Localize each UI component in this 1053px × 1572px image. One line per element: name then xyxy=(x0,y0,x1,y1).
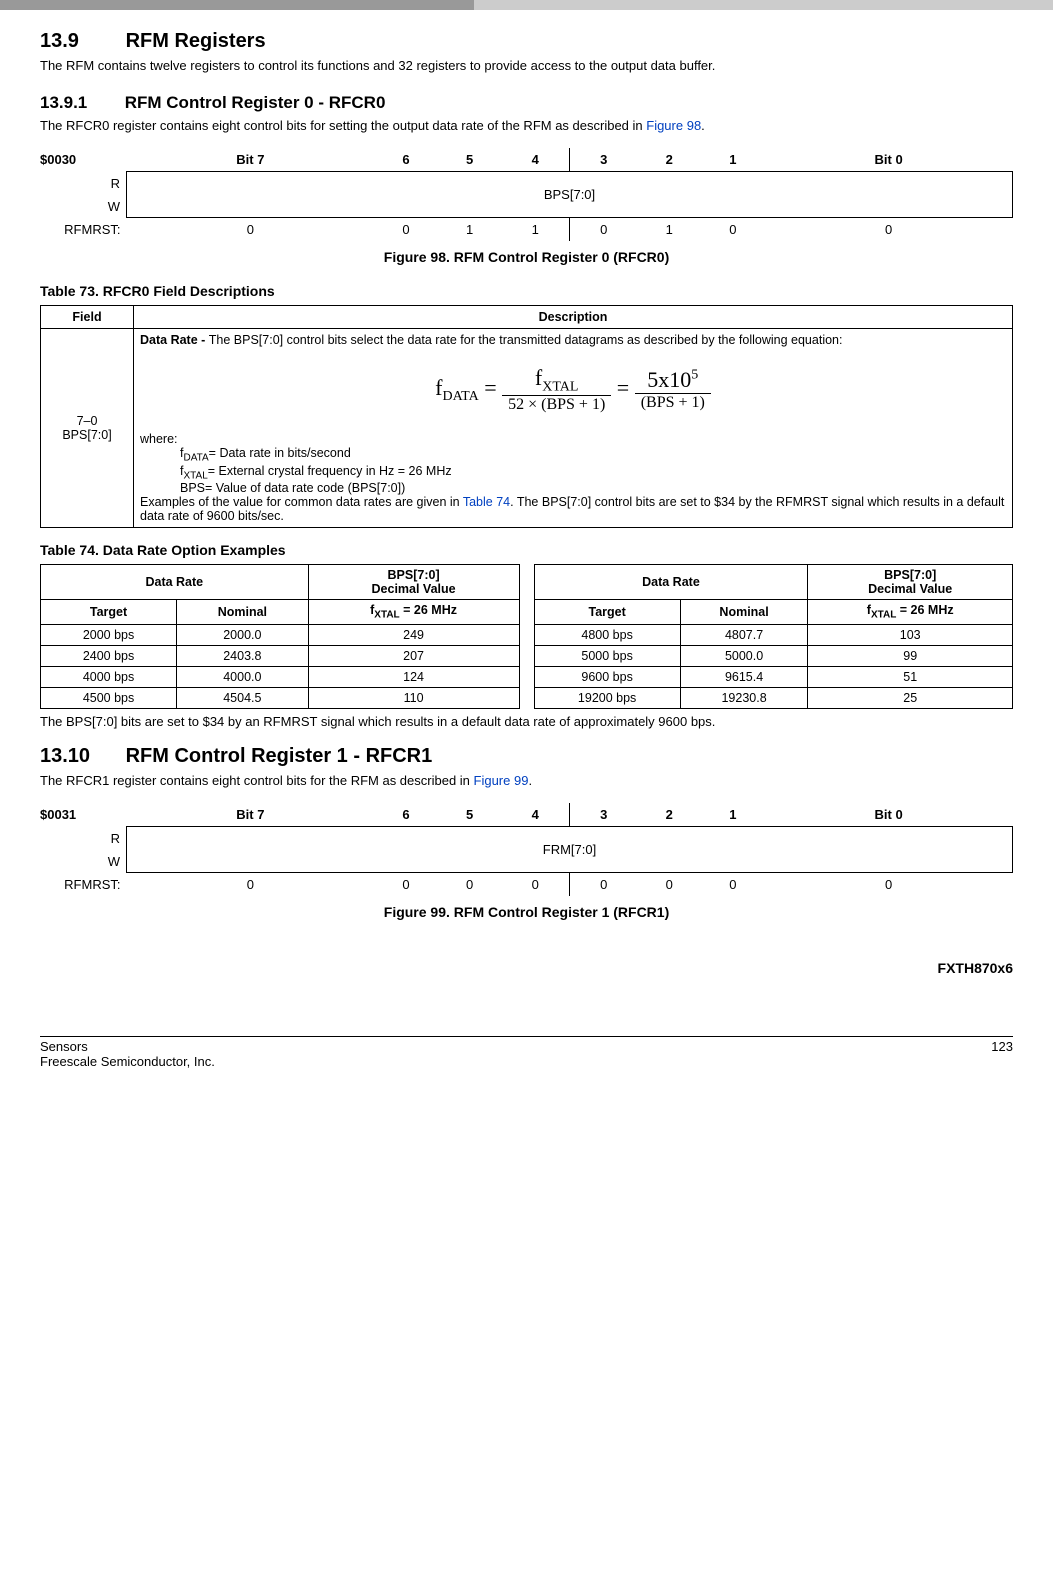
heading-13-10: 13.10 RFM Control Register 1 - RFCR1 xyxy=(40,745,1013,768)
rw-r: R xyxy=(40,172,127,195)
bit-header: 4 xyxy=(501,803,569,827)
intro-13-9-1: The RFCR0 register contains eight contro… xyxy=(40,117,1013,135)
rw-r: R xyxy=(40,827,127,850)
reg1-field: FRM[7:0] xyxy=(127,827,1013,873)
bit-header: 3 xyxy=(569,803,637,827)
table-74-note: The BPS[7:0] bits are set to $34 by an R… xyxy=(40,713,1013,731)
equation-fdata: fDATA = fXTAL 52 × (BPS + 1) = 5x105 (BP… xyxy=(140,365,1006,414)
table-74-caption: Table 74. Data Rate Option Examples xyxy=(40,542,1013,558)
table-74-right: Data Rate BPS[7:0]Decimal Value Target N… xyxy=(534,564,1014,709)
reset-bit: 0 xyxy=(501,873,569,897)
footer-left-2: Freescale Semiconductor, Inc. xyxy=(40,1054,215,1069)
xref-figure-99[interactable]: Figure 99 xyxy=(474,773,529,788)
table-row: 4000 bps4000.0124 xyxy=(41,666,520,687)
bit-header: 5 xyxy=(438,803,502,827)
bit-header: 2 xyxy=(637,803,701,827)
bit-header: 2 xyxy=(637,148,701,172)
bit-header: Bit 7 xyxy=(127,803,375,827)
reg1-addr: $0031 xyxy=(40,803,127,827)
bit-header: 5 xyxy=(438,148,502,172)
reset-bit: 0 xyxy=(765,873,1013,897)
sectitle: RFM Control Register 1 - RFCR1 xyxy=(126,745,433,767)
reset-bit: 0 xyxy=(127,873,375,897)
reset-bit: 0 xyxy=(569,873,637,897)
bit-header: Bit 0 xyxy=(765,148,1013,172)
table-row: 9600 bps9615.451 xyxy=(534,666,1013,687)
sectitle: RFM Registers xyxy=(126,30,266,52)
reset-bit: 0 xyxy=(765,218,1013,242)
intro-13-9: The RFM contains twelve registers to con… xyxy=(40,57,1013,75)
intro-13-10: The RFCR1 register contains eight contro… xyxy=(40,772,1013,790)
header-tab-bar xyxy=(0,0,1053,10)
reset-label: RFMRST: xyxy=(40,218,127,242)
secnum: 13.10 xyxy=(40,745,120,768)
table-row: 4500 bps4504.5110 xyxy=(41,687,520,708)
secnum: 13.9.1 xyxy=(40,93,120,113)
bit-header: Bit 0 xyxy=(765,803,1013,827)
xref-figure-98[interactable]: Figure 98 xyxy=(646,118,701,133)
t73-desc: Data Rate - The BPS[7:0] control bits se… xyxy=(134,329,1013,528)
bit-header: 3 xyxy=(569,148,637,172)
bit-header: 4 xyxy=(501,148,569,172)
register-rfcr1: $0031 Bit 7 6 5 4 3 2 1 Bit 0 R FRM[7:0]… xyxy=(40,803,1013,896)
reset-bit: 1 xyxy=(438,218,502,242)
sectitle: RFM Control Register 0 - RFCR0 xyxy=(125,93,386,112)
heading-13-9: 13.9 RFM Registers xyxy=(40,30,1013,53)
secnum: 13.9 xyxy=(40,30,120,53)
table-73: Field Description 7–0 BPS[7:0] Data Rate… xyxy=(40,305,1013,528)
bit-header: 6 xyxy=(374,803,438,827)
table-74: Data Rate BPS[7:0]Decimal Value Target N… xyxy=(40,564,1013,709)
reset-bit: 1 xyxy=(637,218,701,242)
reset-bit: 0 xyxy=(374,873,438,897)
figure-99-caption: Figure 99. RFM Control Register 1 (RFCR1… xyxy=(40,904,1013,920)
rw-w: W xyxy=(40,850,127,873)
reset-bit: 0 xyxy=(701,873,765,897)
reset-bit: 0 xyxy=(374,218,438,242)
rw-w: W xyxy=(40,195,127,218)
bit-header: 1 xyxy=(701,803,765,827)
figure-98-caption: Figure 98. RFM Control Register 0 (RFCR0… xyxy=(40,249,1013,265)
table-row: 2000 bps2000.0249 xyxy=(41,624,520,645)
bit-header: 6 xyxy=(374,148,438,172)
bit-header: Bit 7 xyxy=(127,148,375,172)
reset-bit: 0 xyxy=(438,873,502,897)
reset-label: RFMRST: xyxy=(40,873,127,897)
table-row: 5000 bps5000.099 xyxy=(534,645,1013,666)
reset-bit: 0 xyxy=(637,873,701,897)
t73-field: 7–0 BPS[7:0] xyxy=(41,329,134,528)
bit-header: 1 xyxy=(701,148,765,172)
xref-table-74[interactable]: Table 74 xyxy=(463,495,510,509)
reset-bit: 0 xyxy=(569,218,637,242)
table-row: 2400 bps2403.8207 xyxy=(41,645,520,666)
table-row: 19200 bps19230.825 xyxy=(534,687,1013,708)
reg0-addr: $0030 xyxy=(40,148,127,172)
t73-field-hdr: Field xyxy=(41,306,134,329)
reset-bit: 0 xyxy=(701,218,765,242)
footer-left-1: Sensors xyxy=(40,1039,88,1054)
device-name: FXTH870x6 xyxy=(40,960,1013,976)
table-73-caption: Table 73. RFCR0 Field Descriptions xyxy=(40,283,1013,299)
heading-13-9-1: 13.9.1 RFM Control Register 0 - RFCR0 xyxy=(40,93,1013,113)
page-footer: Sensors Freescale Semiconductor, Inc. 12… xyxy=(40,1036,1013,1069)
page-number: 123 xyxy=(991,1039,1013,1069)
t73-desc-hdr: Description xyxy=(134,306,1013,329)
eqn-defs: fDATA= Data rate in bits/second fXTAL= E… xyxy=(180,446,1006,495)
register-rfcr0: $0030 Bit 7 6 5 4 3 2 1 Bit 0 R BPS[7:0]… xyxy=(40,148,1013,241)
reg0-field: BPS[7:0] xyxy=(127,172,1013,218)
table-74-left: Data Rate BPS[7:0]Decimal Value Target N… xyxy=(40,564,520,709)
reset-bit: 0 xyxy=(127,218,375,242)
reset-bit: 1 xyxy=(501,218,569,242)
table-row: 4800 bps4807.7103 xyxy=(534,624,1013,645)
